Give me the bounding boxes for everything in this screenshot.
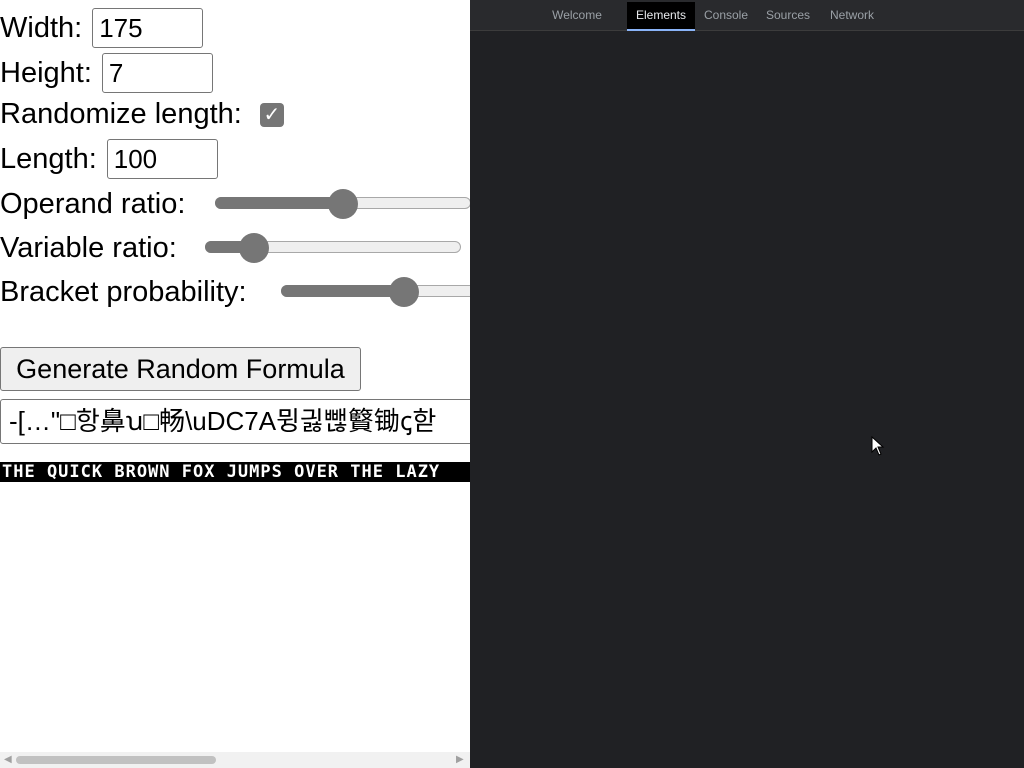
operand-ratio-label: Operand ratio: (0, 188, 186, 220)
bracket-probability-row: Bracket probability: (0, 276, 257, 309)
height-row: Height: (0, 53, 213, 93)
devtools-panel: Welcome Elements Console Sources Network (470, 0, 1024, 768)
checkmark-icon: ✓ (263, 104, 281, 126)
horizontal-scrollbar[interactable]: ◀ ▶ (0, 752, 470, 768)
formula-output-field[interactable]: -[…"□항鼻ꭒ□畅\uDC7A뮝긣뺂䉯锄ꞔ핟 (0, 399, 470, 444)
tab-console[interactable]: Console (697, 2, 755, 31)
slider-thumb[interactable] (238, 233, 269, 263)
bracket-probability-slider[interactable] (281, 277, 470, 307)
height-input[interactable] (101, 53, 213, 93)
randomize-checkbox[interactable]: ✓ (259, 102, 284, 127)
scroll-right-icon[interactable]: ▶ (456, 752, 464, 768)
operand-ratio-slider[interactable] (215, 189, 470, 219)
tab-elements[interactable]: Elements (627, 2, 695, 31)
page-pane: Width: Height: Randomize length: ✓ Lengt… (0, 0, 470, 768)
slider-thumb[interactable] (388, 277, 419, 307)
variable-ratio-label: Variable ratio: (0, 232, 177, 264)
length-row: Length: (0, 139, 218, 179)
width-label: Width: (0, 11, 83, 44)
randomize-row: Randomize length: ✓ (0, 98, 284, 131)
devtools-tab-bar: Welcome Elements Console Sources Network (470, 0, 1024, 31)
pixel-font-preview: THE QUICK BROWN FOX JUMPS OVER THE LAZY (0, 462, 470, 482)
slider-fill (281, 285, 404, 297)
generate-formula-button[interactable]: Generate Random Formula (0, 347, 361, 391)
width-input[interactable] (92, 8, 204, 48)
width-row: Width: (0, 8, 204, 48)
scrollbar-thumb[interactable] (16, 756, 216, 764)
height-label: Height: (0, 56, 92, 89)
slider-fill (215, 197, 343, 209)
tab-network[interactable]: Network (821, 2, 883, 31)
tab-welcome[interactable]: Welcome (542, 2, 612, 31)
scroll-left-icon[interactable]: ◀ (4, 752, 12, 768)
randomize-label: Randomize length: (0, 98, 242, 130)
slider-thumb[interactable] (328, 189, 358, 219)
operand-ratio-row: Operand ratio: (0, 188, 195, 221)
mouse-pointer-icon (871, 436, 885, 456)
tab-sources[interactable]: Sources (759, 2, 817, 31)
variable-ratio-slider[interactable] (205, 233, 461, 263)
variable-ratio-row: Variable ratio: (0, 232, 187, 265)
length-label: Length: (0, 142, 97, 175)
length-input[interactable] (106, 139, 218, 179)
bracket-probability-label: Bracket probability: (0, 276, 247, 308)
